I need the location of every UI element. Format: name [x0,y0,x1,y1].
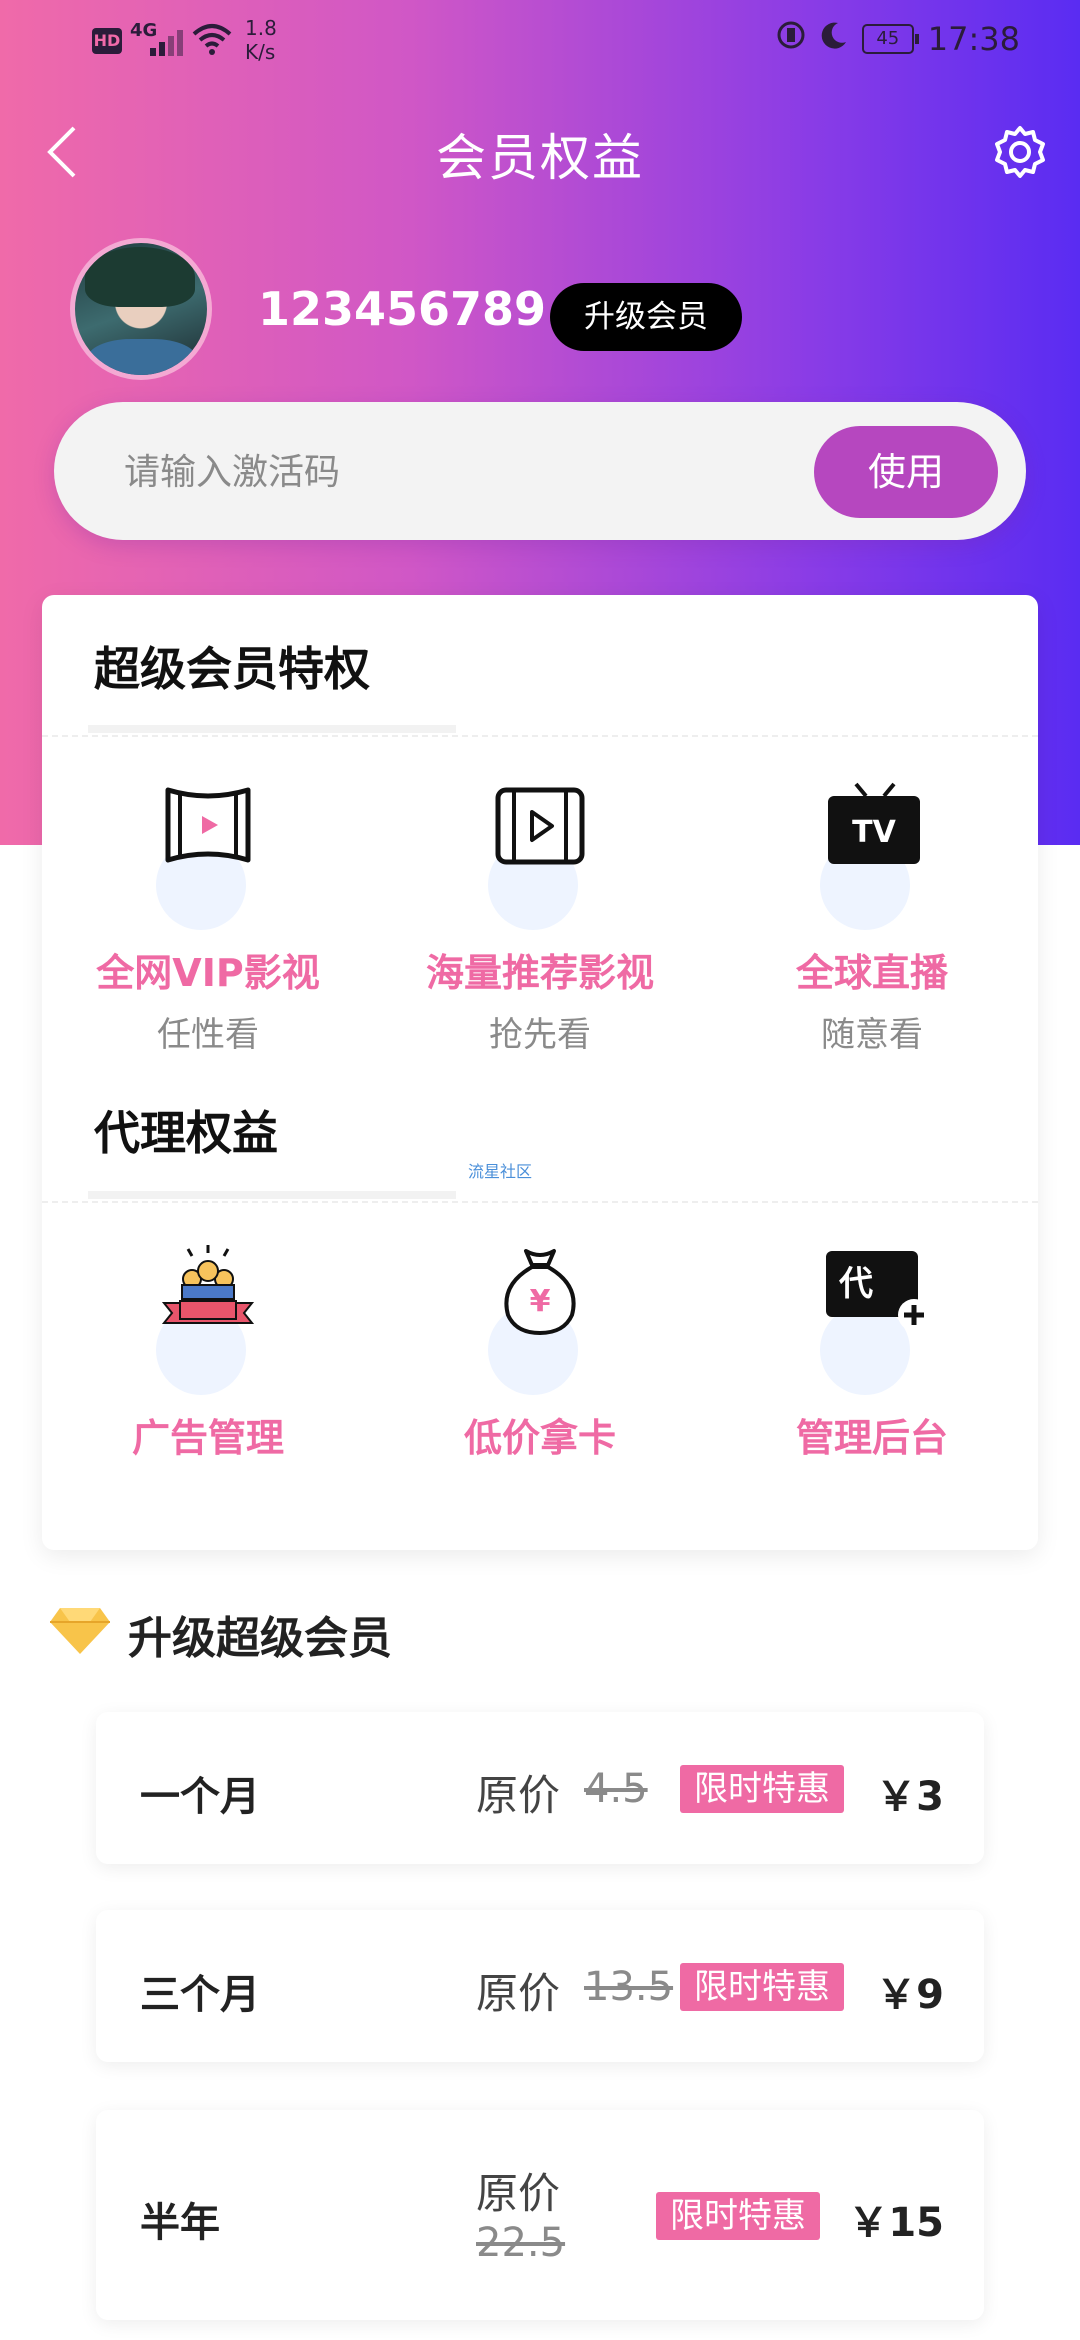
feature-global-live[interactable]: TV 全球直播 随意看 [706,780,1038,1056]
feature-low-price-card[interactable]: ¥ 低价拿卡 [374,1245,706,1462]
limited-offer-badge: 限时特惠 [680,1963,844,2011]
settings-button[interactable] [990,122,1050,182]
feature-admin-backend[interactable]: 代 管理后台 [706,1245,1038,1462]
divider [42,735,1038,737]
agent-plus-icon: 代 [826,1251,930,1331]
limited-offer-badge: 限时特惠 [656,2192,820,2240]
svg-text:TV: TV [852,815,896,850]
video-play-icon [495,787,585,865]
plan-price: ￥15 [848,2200,944,2246]
plan-one-month[interactable]: 一个月 原价 4.5 限时特惠 ￥3 [96,1712,984,1864]
plan-price: ￥3 [876,1774,944,1820]
battery-icon: 45 [861,24,919,54]
plan-price: ￥9 [876,1972,944,2018]
upgrade-member-button[interactable]: 升级会员 [550,283,742,351]
hd-indicator: HD [92,28,122,54]
film-reel-icon [165,787,251,863]
moon-icon [820,20,848,58]
activation-code-bar: 使用 [54,402,1026,540]
tv-icon: TV [828,782,920,864]
network-speed: 1.8 K/s [245,16,277,64]
avatar[interactable] [70,238,212,380]
feature-vip-video[interactable]: 全网VIP影视 任性看 [42,780,374,1056]
plan-three-months[interactable]: 三个月 原价 13.5 限时特惠 ￥9 [96,1910,984,2062]
feature-recommended-video[interactable]: 海量推荐影视 抢先看 [374,780,706,1056]
signal-icon [150,26,186,56]
plan-half-year[interactable]: 半年 原价 22.5 限时特惠 ￥15 [96,2110,984,2320]
svg-text:¥: ¥ [530,1284,551,1319]
super-privileges-title: 超级会员特权 [94,642,370,696]
divider [42,1201,1038,1203]
watermark: 流星社区 [468,1162,533,1181]
diamond-icon [50,1608,110,1654]
wifi-icon [192,22,232,63]
privileges-card: 超级会员特权 全网VIP影视 任性看 海量推荐影视 抢先看 TV 全球直播 随意… [42,595,1038,1550]
upgrade-section-title: 升级超级会员 [128,1613,392,1664]
vibrate-icon [776,20,806,58]
gear-icon [995,126,1045,178]
status-bar: HD 4G 1.8 K/s 45 17:38 [0,0,1080,84]
svg-text:代: 代 [838,1264,873,1304]
use-button[interactable]: 使用 [814,426,998,518]
username: 123456789 [258,282,547,336]
feature-ad-management[interactable]: 广告管理 [42,1245,374,1462]
limited-offer-badge: 限时特惠 [680,1765,844,1813]
page-title: 会员权益 [436,129,644,187]
money-bag-icon: ¥ [504,1249,576,1335]
activation-code-input[interactable] [122,436,726,508]
clock: 17:38 [927,20,1020,58]
podium-icon [161,1245,255,1324]
agent-rights-title: 代理权益 [94,1106,278,1160]
